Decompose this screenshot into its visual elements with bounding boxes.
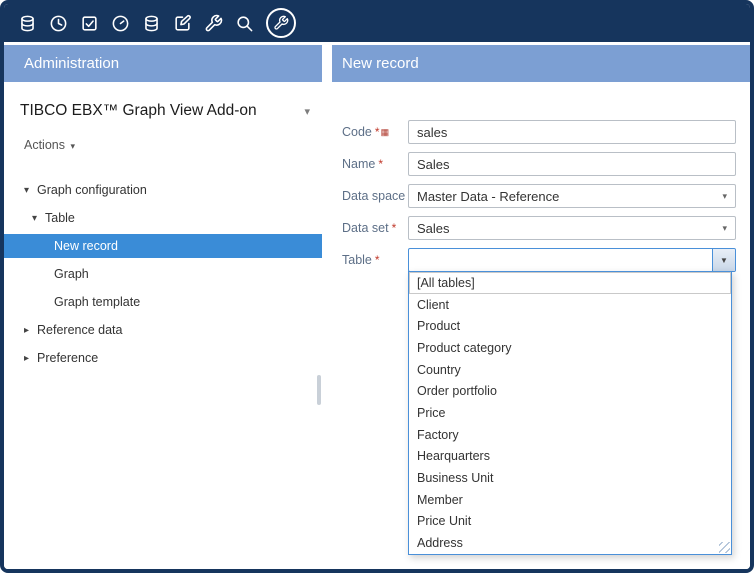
form-row-data-space: Data space * Master Data - Reference ▾ xyxy=(332,184,736,208)
tree-item-label: Graph xyxy=(54,267,89,281)
addon-title[interactable]: TIBCO EBX™ Graph View Add-on ▾ xyxy=(4,94,322,124)
administration-wrench-icon[interactable] xyxy=(266,8,296,38)
tree-item-graph-template[interactable]: Graph template xyxy=(4,290,322,314)
data-model-icon[interactable] xyxy=(140,12,162,34)
content-area: Administration TIBCO EBX™ Graph View Add… xyxy=(4,45,750,569)
new-record-form: Code * ▦ Name * Data space xyxy=(332,82,750,569)
addon-title-label: TIBCO EBX™ Graph View Add-on xyxy=(20,102,257,120)
chevron-down-icon: ▾ xyxy=(70,141,75,151)
chevron-down-icon[interactable]: ▾ xyxy=(304,105,310,118)
tree-item-reference-data[interactable]: ▸ Reference data xyxy=(4,318,322,342)
actions-menu-button[interactable]: Actions ▾ xyxy=(24,138,322,156)
data-space-label: Data space xyxy=(342,189,405,203)
right-panel-title: New record xyxy=(342,55,419,72)
data-set-label: Data set xyxy=(342,221,389,235)
actions-label: Actions xyxy=(24,138,65,152)
data-set-value: Sales xyxy=(417,221,450,236)
dropdown-option-product[interactable]: Product xyxy=(409,315,731,337)
left-panel-title: Administration xyxy=(24,55,119,72)
dropdown-option-address[interactable]: Address xyxy=(409,532,731,554)
database-icon[interactable] xyxy=(16,12,38,34)
name-label: Name xyxy=(342,157,375,171)
tree-item-preference[interactable]: ▸ Preference xyxy=(4,346,322,370)
tree-item-label: New record xyxy=(54,239,118,253)
table-label: Table xyxy=(342,253,372,267)
required-asterisk: * xyxy=(378,157,383,171)
dropdown-option-client[interactable]: Client xyxy=(409,294,731,316)
form-row-table: Table * ▼ xyxy=(332,248,736,272)
dropdown-option-hearquarters[interactable]: Hearquarters xyxy=(409,446,731,468)
data-set-select[interactable]: Sales ▾ xyxy=(408,216,736,240)
collapse-arrow-icon[interactable]: ▸ xyxy=(24,325,37,336)
table-dropdown-list: [All tables] Client Product Product cate… xyxy=(408,271,732,555)
tools-icon[interactable] xyxy=(202,12,224,34)
navigation-tree: ▾ Graph configuration ▾ Table New record… xyxy=(4,178,322,370)
right-panel-header: New record xyxy=(332,45,750,82)
tree-item-graph[interactable]: Graph xyxy=(4,262,322,286)
dropdown-option-country[interactable]: Country xyxy=(409,359,731,381)
code-field[interactable] xyxy=(408,120,736,144)
tree-item-label: Graph template xyxy=(54,295,140,309)
code-label-cell: Code * ▦ xyxy=(332,125,408,139)
collapse-arrow-icon[interactable]: ▸ xyxy=(24,353,37,364)
form-row-code: Code * ▦ xyxy=(332,120,736,144)
dropdown-option-all-tables[interactable]: [All tables] xyxy=(409,272,731,294)
tree-item-graph-configuration[interactable]: ▾ Graph configuration xyxy=(4,178,322,202)
app-window: Administration TIBCO EBX™ Graph View Add… xyxy=(0,0,754,573)
table-select[interactable]: ▼ xyxy=(408,248,736,272)
chevron-down-icon: ▾ xyxy=(722,191,727,202)
dropdown-button[interactable]: ▼ xyxy=(712,249,735,271)
administration-panel: Administration TIBCO EBX™ Graph View Add… xyxy=(4,45,322,569)
form-row-data-set: Data set * Sales ▾ xyxy=(332,216,736,240)
left-panel-body: TIBCO EBX™ Graph View Add-on ▾ Actions ▾… xyxy=(4,82,322,569)
data-space-select[interactable]: Master Data - Reference ▾ xyxy=(408,184,736,208)
dropdown-option-business-unit[interactable]: Business Unit xyxy=(409,467,731,489)
dropdown-option-price-unit[interactable]: Price Unit xyxy=(409,511,731,533)
tasks-icon[interactable] xyxy=(78,12,100,34)
tree-item-label: Reference data xyxy=(37,323,122,337)
data-space-value: Master Data - Reference xyxy=(417,189,559,204)
required-asterisk: * xyxy=(392,221,397,235)
data-set-label-cell: Data set * xyxy=(332,221,408,235)
dropdown-option-product-category[interactable]: Product category xyxy=(409,337,731,359)
form-row-name: Name * xyxy=(332,152,736,176)
dropdown-option-price[interactable]: Price xyxy=(409,402,731,424)
top-toolbar xyxy=(4,4,750,42)
expand-arrow-icon[interactable]: ▾ xyxy=(32,213,45,224)
dropdown-option-factory[interactable]: Factory xyxy=(409,424,731,446)
expand-arrow-icon[interactable]: ▾ xyxy=(24,185,37,196)
tree-item-label: Table xyxy=(45,211,75,225)
tree-item-label: Preference xyxy=(37,351,98,365)
left-panel-scrollbar[interactable] xyxy=(317,375,321,405)
panel-divider xyxy=(322,45,332,569)
name-label-cell: Name * xyxy=(332,157,408,171)
tree-item-new-record[interactable]: New record xyxy=(4,234,322,258)
code-label: Code xyxy=(342,125,372,139)
resize-grip-handle[interactable] xyxy=(719,542,730,553)
edit-icon[interactable] xyxy=(171,12,193,34)
dropdown-option-order-portfolio[interactable]: Order portfolio xyxy=(409,380,731,402)
data-space-label-cell: Data space * xyxy=(332,189,408,203)
left-panel-header: Administration xyxy=(4,45,322,82)
tree-item-table[interactable]: ▾ Table xyxy=(4,206,322,230)
tree-item-label: Graph configuration xyxy=(37,183,147,197)
new-record-panel: New record Code * ▦ Name * xyxy=(332,45,750,569)
dashboard-icon[interactable] xyxy=(109,12,131,34)
name-field[interactable] xyxy=(408,152,736,176)
history-icon[interactable] xyxy=(47,12,69,34)
chevron-down-icon: ▾ xyxy=(722,223,727,234)
required-asterisk: * xyxy=(375,125,380,139)
primary-key-icon: ▦ xyxy=(381,127,390,138)
required-asterisk: * xyxy=(375,253,380,267)
dropdown-option-member[interactable]: Member xyxy=(409,489,731,511)
search-icon[interactable] xyxy=(233,12,255,34)
table-label-cell: Table * xyxy=(332,253,408,267)
